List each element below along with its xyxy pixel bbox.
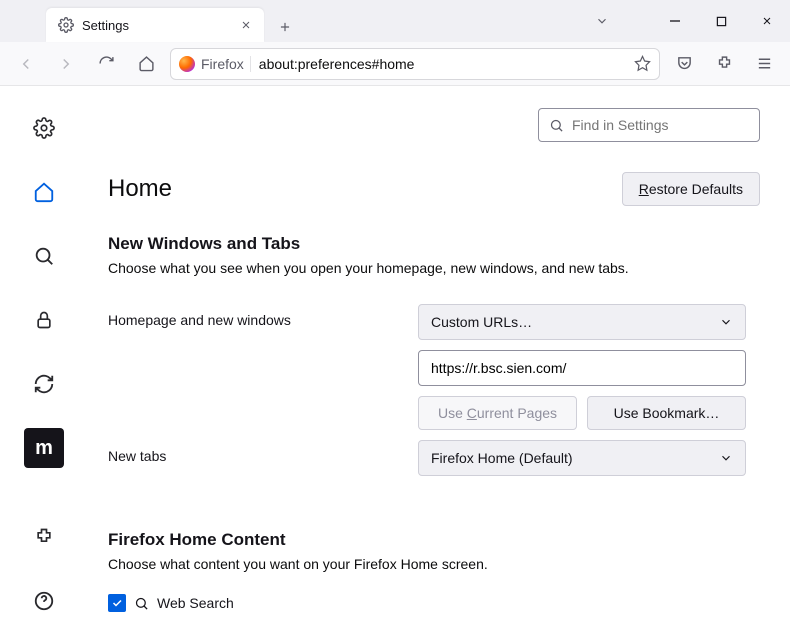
home-button[interactable]: [130, 48, 162, 80]
web-search-label: Web Search: [157, 595, 234, 611]
select-value: Firefox Home (Default): [431, 450, 573, 466]
sidebar-item-more[interactable]: m: [24, 428, 64, 468]
tab-bar: Settings: [0, 0, 790, 42]
restore-defaults-button[interactable]: RRestore Defaultsestore Defaults: [622, 172, 760, 206]
web-search-checkbox[interactable]: [108, 594, 126, 612]
firefox-logo-icon: [179, 56, 195, 72]
section-title-home-content: Firefox Home Content: [108, 530, 760, 550]
use-bookmark-button[interactable]: Use Bookmark…: [587, 396, 746, 430]
gear-icon: [58, 17, 74, 33]
sidebar-item-help[interactable]: [24, 581, 64, 621]
sidebar-item-extensions[interactable]: [24, 517, 64, 557]
menu-icon[interactable]: [748, 48, 780, 80]
address-bar[interactable]: Firefox about:preferences#home: [170, 48, 660, 80]
tab-title: Settings: [82, 18, 129, 33]
search-icon: [549, 118, 564, 133]
maximize-button[interactable]: [698, 4, 744, 38]
homepage-url-field[interactable]: [418, 350, 746, 386]
bookmark-star-icon[interactable]: [634, 55, 651, 72]
newtabs-select[interactable]: Firefox Home (Default): [418, 440, 746, 476]
use-current-pages-button[interactable]: Use Current Pages: [418, 396, 577, 430]
chevron-down-icon: [719, 451, 733, 465]
page-title: Home: [108, 175, 172, 203]
tab-settings[interactable]: Settings: [46, 8, 264, 42]
homepage-url-input[interactable]: [431, 360, 733, 376]
select-value: Custom URLs…: [431, 314, 532, 330]
sidebar-item-search[interactable]: [24, 236, 64, 276]
close-button[interactable]: [744, 4, 790, 38]
section-desc: Choose what you see when you open your h…: [108, 260, 760, 276]
settings-search[interactable]: [538, 108, 760, 142]
homepage-select[interactable]: Custom URLs…: [418, 304, 746, 340]
newtabs-label: New tabs: [108, 440, 418, 464]
settings-content: Home RRestore Defaultsestore Defaults Ne…: [88, 86, 790, 639]
section-desc-2: Choose what content you want on your Fir…: [108, 556, 760, 572]
search-icon: [134, 596, 149, 611]
extensions-icon[interactable]: [708, 48, 740, 80]
reload-button[interactable]: [90, 48, 122, 80]
minimize-button[interactable]: [652, 4, 698, 38]
close-icon[interactable]: [236, 15, 256, 35]
identity-label: Firefox: [201, 56, 244, 72]
homepage-label: Homepage and new windows: [108, 304, 418, 328]
forward-button[interactable]: [50, 48, 82, 80]
settings-search-input[interactable]: [572, 117, 753, 133]
tabs-dropdown[interactable]: [584, 0, 620, 42]
sidebar-item-general[interactable]: [24, 108, 64, 148]
site-identity[interactable]: Firefox: [179, 56, 251, 72]
settings-sidebar: m: [0, 86, 88, 639]
new-tab-button[interactable]: [270, 12, 300, 42]
section-title-windows-tabs: New Windows and Tabs: [108, 234, 760, 254]
back-button[interactable]: [10, 48, 42, 80]
sidebar-item-privacy[interactable]: [24, 300, 64, 340]
pocket-icon[interactable]: [668, 48, 700, 80]
sidebar-item-sync[interactable]: [24, 364, 64, 404]
window-controls: [652, 0, 790, 42]
nav-toolbar: Firefox about:preferences#home: [0, 42, 790, 86]
url-text: about:preferences#home: [259, 56, 415, 72]
chevron-down-icon: [719, 315, 733, 329]
sidebar-item-home[interactable]: [24, 172, 64, 212]
